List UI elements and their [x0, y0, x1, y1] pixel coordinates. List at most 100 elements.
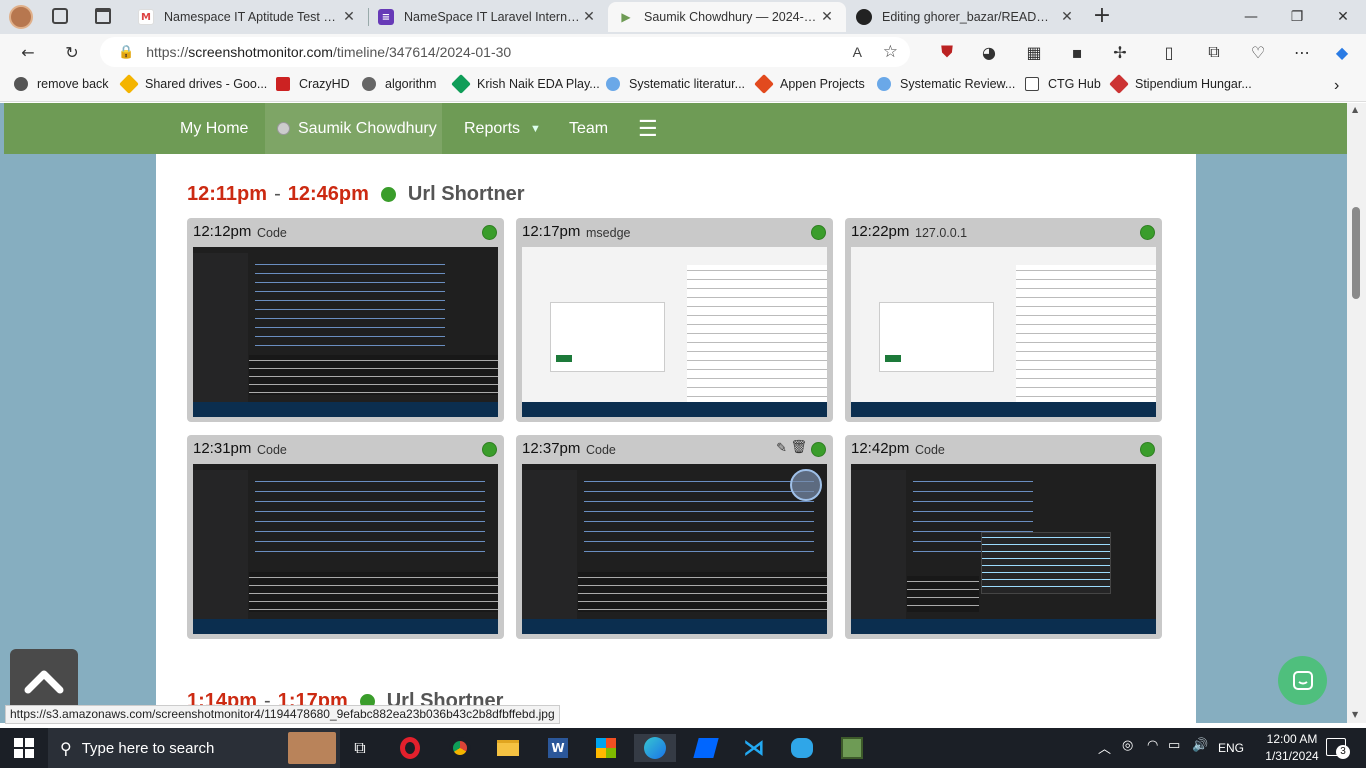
edit-brush-icon[interactable]: ✎ [776, 441, 787, 456]
screenshot-card[interactable]: 12:31pm Code [187, 435, 504, 639]
nav-user[interactable]: Saumik Chowdhury [265, 103, 442, 154]
favorite-star-icon[interactable]: ☆ [883, 42, 898, 62]
screenshot-card[interactable]: 12:42pm Code [845, 435, 1162, 639]
screenshot-card[interactable]: 12:22pm 127.0.0.1 [845, 218, 1162, 422]
activity-icon [482, 442, 497, 457]
url-path: /timeline/347614/2024-01-30 [332, 44, 512, 60]
delete-trash-icon[interactable]: 🗑 [790, 440, 807, 455]
bookmark-item[interactable]: CrazyHD [276, 77, 350, 91]
bookmark-item[interactable]: Appen Projects [754, 74, 865, 94]
nav-my-home[interactable]: My Home [180, 103, 248, 154]
file-explorer-icon[interactable] [494, 734, 522, 762]
tab-forms[interactable]: ≡ NameSpace IT Laravel Intern Apt ✕ [368, 2, 608, 32]
profile-avatar[interactable] [9, 5, 33, 29]
bookmark-item[interactable]: Stipendium Hungar... [1109, 74, 1252, 94]
read-aloud-icon[interactable]: A [853, 44, 862, 60]
screenshot-thumbnail[interactable] [193, 464, 498, 634]
screenshot-thumbnail[interactable] [851, 247, 1156, 417]
screenshot-thumbnail[interactable] [851, 464, 1156, 634]
show-hidden-icons[interactable]: ︿ [1098, 738, 1111, 757]
refresh-icon[interactable]: ↻ [58, 40, 86, 64]
scroll-down-icon[interactable]: ▼ [1352, 710, 1358, 719]
meet-icon[interactable]: ◎ [1122, 738, 1133, 753]
wifi-icon[interactable]: ◠ [1147, 738, 1158, 753]
tab-actions-icon[interactable] [95, 8, 111, 24]
tab-github[interactable]: Editing ghorer_bazar/README.m ✕ [846, 2, 1086, 32]
screenshotmonitor-icon[interactable] [838, 734, 866, 762]
clock[interactable]: 12:00 AM 1/31/2024 [1262, 731, 1322, 765]
bookmark-item[interactable]: algorithm [362, 77, 436, 91]
windows-start-icon[interactable] [10, 734, 38, 762]
tab-gmail[interactable]: M Namespace IT Aptitude Test Pha ✕ [128, 2, 368, 32]
time-range-header: 12:11pm - 12:46pm Url Shortner [187, 183, 525, 206]
activity-icon [482, 225, 497, 240]
login-button [885, 355, 901, 362]
tab-screenshotmonitor[interactable]: ▶ Saumik Chowdhury — 2024-01-3 ✕ [608, 2, 846, 32]
chrome-icon[interactable] [446, 734, 474, 762]
workspaces-icon[interactable] [52, 8, 68, 24]
collections-icon[interactable]: ⧉ [1200, 40, 1228, 64]
cloud-icon [606, 77, 620, 91]
vscode-icon[interactable]: ⋊ [740, 734, 768, 762]
status-strip [851, 402, 1156, 417]
edge-icon[interactable] [634, 734, 676, 762]
nav-team[interactable]: Team [569, 103, 608, 154]
zoom-screenshot-icon[interactable] [790, 469, 822, 501]
extension-generic-icon[interactable]: ▪ [1063, 40, 1091, 64]
split-screen-icon[interactable]: ▯ [1155, 40, 1183, 64]
chat-icon [1292, 670, 1313, 690]
back-icon[interactable]: ← [14, 40, 42, 64]
close-tab-icon[interactable]: ✕ [818, 9, 836, 25]
copilot-icon[interactable]: ◆ [1328, 40, 1356, 64]
extensions-icon[interactable]: ✢ [1106, 40, 1134, 64]
extension-panda-icon[interactable]: ◕ [975, 40, 1003, 64]
devtools-panel [1016, 265, 1156, 403]
scroll-up-icon[interactable]: ▲ [1352, 105, 1358, 114]
chat-support-button[interactable] [1278, 656, 1327, 705]
bookmark-item[interactable]: Krish Naik EDA Play... [451, 74, 600, 94]
bookmark-item[interactable]: Systematic Review... [877, 77, 1015, 91]
volume-icon[interactable]: 🔊 [1192, 738, 1208, 753]
store-icon[interactable] [592, 734, 620, 762]
extension-shield-icon[interactable]: ⛊ [933, 40, 961, 64]
battery-icon[interactable]: ▭ [1168, 738, 1180, 753]
performance-icon[interactable]: ♡ [1244, 40, 1272, 64]
close-window-button[interactable]: ✕ [1320, 0, 1366, 34]
screenshot-thumbnail[interactable] [522, 464, 827, 634]
address-bar[interactable]: 🔒 https://screenshotmonitor.com/timeline… [100, 37, 910, 67]
task-view-icon[interactable]: ⧉ [346, 734, 374, 762]
bookmark-item[interactable]: Systematic literatur... [606, 77, 745, 91]
forms-icon: ≡ [378, 9, 394, 25]
bookmarks-overflow-icon[interactable]: › [1334, 77, 1339, 95]
screenshot-card[interactable]: 12:12pm Code [187, 218, 504, 422]
user-status-icon [277, 122, 290, 135]
hamburger-menu-icon[interactable]: ☰ [638, 103, 658, 154]
bookmark-item[interactable]: Shared drives - Goo... [119, 74, 267, 94]
bookmark-item[interactable]: remove back [14, 77, 109, 91]
minimize-button[interactable]: — [1228, 0, 1274, 34]
scrollbar-thumb[interactable] [1352, 207, 1360, 299]
screenshot-thumbnail[interactable] [193, 247, 498, 417]
app-icon[interactable] [788, 734, 816, 762]
close-tab-icon[interactable]: ✕ [1058, 9, 1076, 25]
taskbar-search-box[interactable]: ⚲ Type here to search [48, 728, 340, 768]
scroll-to-top-button[interactable] [10, 649, 78, 713]
word-icon[interactable]: W [544, 734, 572, 762]
screenshot-thumbnail[interactable] [522, 247, 827, 417]
page-scrollbar[interactable]: ▲ ▼ [1347, 103, 1366, 723]
bookmark-item[interactable]: CTG Hub [1025, 77, 1101, 91]
screenshot-card[interactable]: 12:37pm Code ✎ 🗑 [516, 435, 833, 639]
screenshot-card[interactable]: 12:17pm msedge [516, 218, 833, 422]
language-indicator[interactable]: ENG [1218, 741, 1244, 755]
more-menu-icon[interactable]: ⋯ [1288, 40, 1316, 64]
extension-grid-icon[interactable]: ▦ [1020, 40, 1048, 64]
url-prefix: https:// [146, 44, 189, 60]
status-strip [851, 619, 1156, 634]
close-tab-icon[interactable]: ✕ [340, 9, 358, 25]
opera-icon[interactable] [396, 734, 424, 762]
nav-reports[interactable]: Reports ▼ [464, 103, 541, 154]
close-tab-icon[interactable]: ✕ [580, 9, 598, 25]
new-tab-button[interactable]: + [1090, 3, 1114, 29]
power-automate-icon[interactable] [692, 734, 720, 762]
restore-button[interactable]: ❐ [1274, 0, 1320, 34]
